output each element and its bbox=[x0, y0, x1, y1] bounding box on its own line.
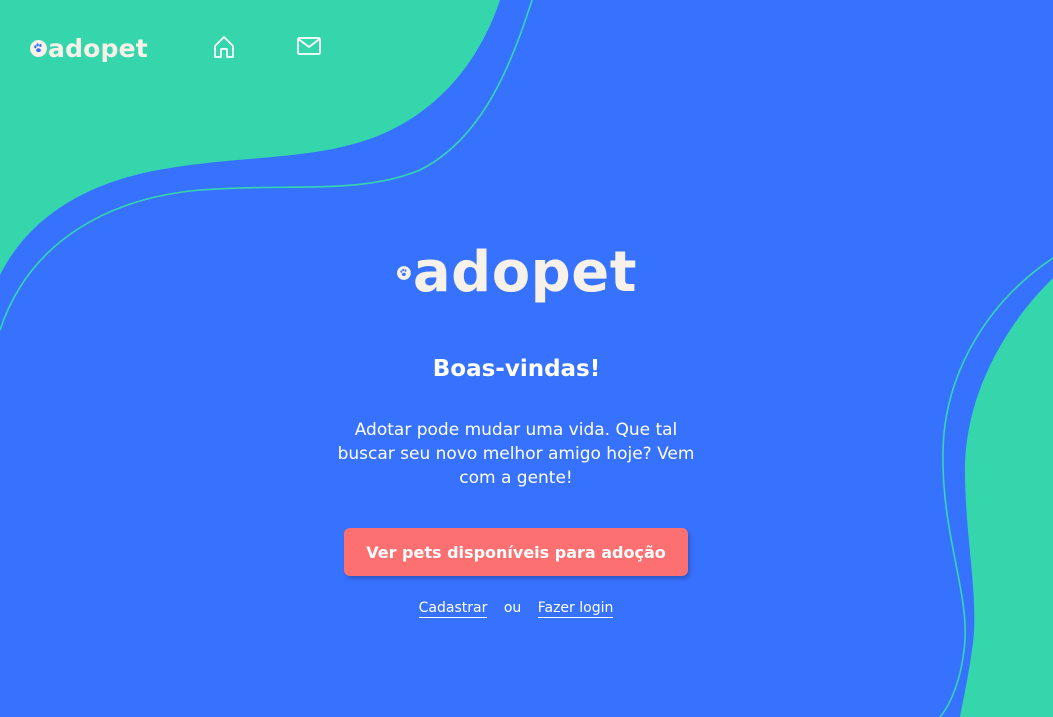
auth-links: Cadastrar ou Fazer login bbox=[0, 600, 1032, 618]
hero-section: adopet Boas-vindas! Adotar pode mudar um… bbox=[0, 0, 1053, 717]
header-logo-text: adopet bbox=[48, 33, 148, 63]
login-link[interactable]: Fazer login bbox=[537, 600, 614, 618]
mail-icon[interactable] bbox=[296, 34, 322, 60]
or-separator: ou bbox=[503, 600, 522, 616]
paw-logo-icon-large bbox=[397, 266, 411, 280]
hero-logo: adopet bbox=[397, 240, 637, 306]
hero-description: Adotar pode mudar uma vida. Que tal busc… bbox=[337, 420, 695, 488]
header-logo[interactable]: adopet bbox=[30, 32, 148, 64]
view-pets-button[interactable]: Ver pets disponíveis para adoção bbox=[344, 528, 688, 576]
paw-logo-icon bbox=[30, 39, 47, 57]
signup-link[interactable]: Cadastrar bbox=[418, 600, 488, 618]
welcome-title: Boas-vindas! bbox=[432, 356, 601, 382]
top-navigation: adopet bbox=[0, 0, 1053, 92]
home-icon[interactable] bbox=[211, 34, 237, 60]
hero-logo-text: adopet bbox=[412, 240, 637, 305]
